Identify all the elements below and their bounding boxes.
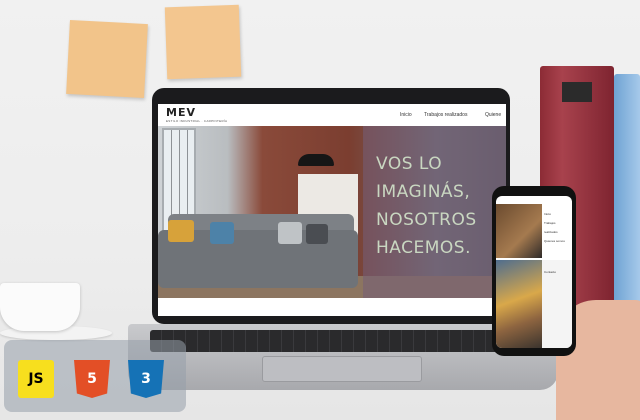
sticky-note-right <box>164 4 242 80</box>
nav-link-quienes[interactable]: Quiene <box>485 112 501 118</box>
html5-icon: 5 <box>74 360 110 398</box>
hero-headline-line-4: HACEMOS. <box>376 238 471 258</box>
javascript-icon: JS <box>18 360 54 398</box>
hero-headline-line-2: IMAGINÁS, <box>376 182 471 202</box>
nav-link-trabajos[interactable]: Trabajos realizados <box>424 112 467 118</box>
book-blue <box>614 74 640 328</box>
javascript-label: JS <box>28 371 44 387</box>
phone-screen: Inicio Trabajos realizados Quienes somos… <box>496 196 572 348</box>
site-header: MEV ESTILO INDUSTRIAL · CARPINTERÍA Inic… <box>158 104 506 126</box>
hero-pillow-grey <box>278 222 302 244</box>
css3-label: 3 <box>141 371 151 387</box>
hero-section: VOS LO IMAGINÁS, NOSOTROS HACEMOS. <box>158 126 506 298</box>
hero-pendant-lamp <box>298 154 334 166</box>
sticky-note-left <box>66 20 148 98</box>
laptop-keyboard <box>150 330 536 352</box>
book-red-label <box>562 82 592 102</box>
hero-pillow-yellow <box>168 220 194 242</box>
phone-image-top <box>496 204 542 258</box>
coffee-cup <box>0 283 80 331</box>
phone-menu-item-1[interactable]: Inicio <box>544 210 570 219</box>
hero-pillow-dark <box>306 224 328 244</box>
laptop-screen: MEV ESTILO INDUSTRIAL · CARPINTERÍA Inic… <box>158 104 506 316</box>
phone-menu-item-4[interactable]: Contacto <box>544 270 570 274</box>
laptop-trackpad <box>262 356 422 382</box>
hero-headline-line-3: NOSOTROS <box>376 210 477 230</box>
html5-label: 5 <box>87 371 97 387</box>
phone-image-bottom <box>496 260 542 348</box>
site-logo[interactable]: MEV <box>166 106 196 119</box>
hero-headline-line-1: VOS LO <box>376 154 443 174</box>
phone-menu-item-3[interactable]: Quienes somos <box>544 237 570 246</box>
phone-menu: Inicio Trabajos realizados Quienes somos <box>542 204 572 258</box>
css3-icon: 3 <box>128 360 164 398</box>
site-logo-tagline: ESTILO INDUSTRIAL · CARPINTERÍA <box>166 119 228 123</box>
phone-menu-item-2[interactable]: Trabajos realizados <box>544 219 570 237</box>
hero-headline: VOS LO IMAGINÁS, NOSOTROS HACEMOS. <box>376 150 501 262</box>
phone-side-panel: Contacto <box>542 260 572 348</box>
nav-link-inicio[interactable]: Inicio <box>400 112 412 118</box>
hero-pillow-blue <box>210 222 234 244</box>
